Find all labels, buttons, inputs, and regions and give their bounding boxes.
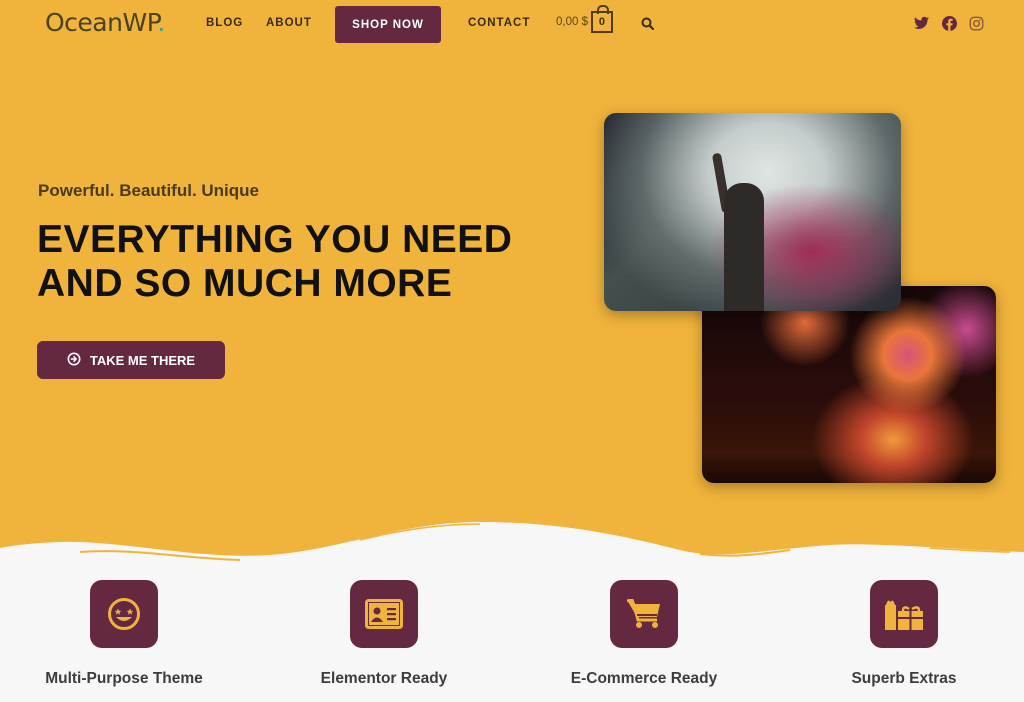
shopping-cart-icon [610, 580, 678, 648]
feature-label: Elementor Ready [320, 670, 448, 687]
feature-superb-extras: Superb Extras [784, 580, 1024, 688]
hero-tagline: Powerful. Beautiful. Unique [38, 181, 260, 200]
twitter-icon[interactable] [914, 16, 929, 35]
logo-text: OceanWP [45, 8, 158, 37]
wave-divider [0, 500, 1024, 570]
cart-widget[interactable]: 0,00 $ 0 [556, 5, 613, 33]
take-me-there-button[interactable]: TAKE ME THERE [37, 341, 225, 379]
cta-label: TAKE ME THERE [89, 352, 196, 368]
id-card-icon [350, 580, 418, 648]
feature-ecommerce-ready: E-Commerce Ready [524, 580, 764, 688]
logo-dot: . [157, 8, 165, 37]
cart-count: 0 [598, 16, 606, 28]
feature-label: Multi-Purpose Theme [45, 670, 203, 687]
nav-contact[interactable]: CONTACT [468, 17, 530, 29]
site-header: OceanWP. BLOG ABOUT SHOP NOW CONTACT 0,0… [0, 0, 1024, 48]
hero-headline-bold: EVERYTHING YOU NEED [37, 218, 513, 261]
hero-headline-light: AND SO MUCH MORE [37, 262, 453, 305]
search-icon[interactable] [641, 17, 655, 35]
hero-image-performer [604, 113, 901, 311]
performer-silhouette [724, 183, 764, 311]
nav-blog[interactable]: BLOG [206, 17, 243, 29]
cart-total: 0,00 $ [556, 16, 588, 28]
arrow-circle-right-icon [67, 352, 81, 369]
feature-label: E-Commerce Ready [570, 670, 718, 687]
site-logo[interactable]: OceanWP. [45, 8, 165, 37]
nav-shop-now-button[interactable]: SHOP NOW [335, 6, 441, 43]
feature-multi-purpose: Multi-Purpose Theme [4, 580, 244, 688]
hero-image-fireworks [702, 286, 996, 483]
feature-elementor-ready: Elementor Ready [264, 580, 504, 688]
shopping-bag-icon: 0 [590, 5, 613, 33]
star-struck-face-icon [90, 580, 158, 648]
nav-about[interactable]: ABOUT [266, 17, 312, 29]
instagram-icon[interactable] [969, 16, 984, 36]
gifts-icon [870, 580, 938, 648]
facebook-icon[interactable] [942, 16, 957, 36]
feature-label: Superb Extras [851, 670, 957, 687]
